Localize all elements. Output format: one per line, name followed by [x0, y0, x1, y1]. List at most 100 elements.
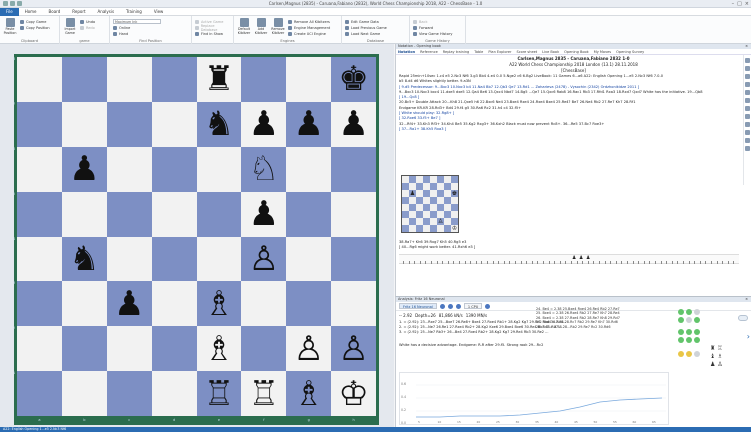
back-button[interactable]: Back	[413, 19, 452, 24]
chess-piece[interactable]: ♙	[249, 242, 279, 276]
chess-piece[interactable]: ♟	[293, 107, 323, 141]
board-square[interactable]: ♗	[286, 371, 332, 416]
board-square[interactable]	[106, 236, 152, 282]
tab-home[interactable]: Home	[19, 8, 43, 16]
subtab[interactable]: Replay training	[443, 50, 470, 54]
bold-icon[interactable]	[745, 58, 750, 63]
notation-line[interactable]: [ 37...Ra1+ 38.Kh5 Rxa3 ]	[399, 127, 739, 132]
notation-line[interactable]: [ 40...Rg6 might work better. 41.Rxh6 e3…	[399, 245, 745, 250]
evaluation-graph[interactable]: 0.6 0.4 0.2 0.0 5 10 15 20 25 30 35 40 45 50 55 60 65	[399, 372, 669, 425]
tab-view[interactable]: View	[148, 8, 170, 16]
evaluation-timeline[interactable]: ♟ ♟ ♟	[399, 254, 739, 264]
tab-report[interactable]: Report	[66, 8, 91, 16]
board-square[interactable]	[17, 326, 62, 372]
board-square[interactable]	[106, 371, 152, 416]
quick-access-toolbar[interactable]	[3, 1, 22, 6]
board-square[interactable]	[151, 236, 197, 282]
load-previous-game-button[interactable]: Load Previous Game	[345, 25, 387, 30]
find-position-input[interactable]: Maximum Ink	[113, 19, 161, 24]
subtab[interactable]: Score sheet	[516, 50, 537, 54]
board-square[interactable]	[106, 191, 152, 237]
board-square[interactable]	[61, 101, 107, 147]
chess-piece[interactable]: ♙	[338, 332, 368, 366]
board-square[interactable]	[331, 236, 376, 282]
board-square[interactable]: ♟	[331, 101, 376, 147]
subtab[interactable]: My Moves	[594, 50, 611, 54]
minimize-icon[interactable]: –	[732, 1, 735, 7]
edit-game-data-button[interactable]: Edit Game Data	[345, 19, 387, 24]
board-square[interactable]: ♟	[106, 281, 152, 327]
board-square[interactable]	[286, 281, 332, 327]
board-square[interactable]	[17, 101, 62, 147]
replace-database-button[interactable]: Replace Database	[195, 24, 230, 32]
board-square[interactable]: ♟	[241, 191, 287, 237]
board-square[interactable]	[17, 146, 62, 192]
chess-piece[interactable]: ♞	[69, 242, 99, 276]
board-square[interactable]	[286, 57, 332, 102]
board-square[interactable]	[151, 326, 197, 372]
copy-position-button[interactable]: Copy Position	[20, 25, 50, 30]
game-notation[interactable]: Rapid 25min+10sec 1.c4 e5 2.Nc3 Nf6 3.g3…	[396, 73, 742, 133]
arrow-icon[interactable]	[745, 82, 750, 87]
close-icon[interactable]: ×	[745, 297, 748, 302]
board-square[interactable]	[17, 191, 62, 237]
board-square[interactable]	[17, 57, 62, 102]
remove-all-kibitzers-button[interactable]: Remove All Kibitzers	[288, 19, 330, 24]
chess-piece[interactable]: ♟	[338, 107, 368, 141]
game-notation-continued[interactable]: 38.Ra7+ Kh6 39.Rxg7 Kh5 40.Rg5 e3[ 40...…	[399, 240, 745, 251]
subtab[interactable]: Opening Book	[564, 50, 589, 54]
undo-button[interactable]: Undo	[80, 19, 95, 24]
chess-piece[interactable]: ♚	[338, 62, 368, 96]
board-square[interactable]: ♔	[331, 371, 376, 416]
board-square[interactable]	[106, 146, 152, 192]
board-square[interactable]	[196, 236, 242, 282]
board-square[interactable]	[17, 371, 62, 416]
cloud-icon[interactable]	[738, 315, 748, 321]
board-square[interactable]	[151, 101, 197, 147]
board-square[interactable]: ♖	[196, 371, 242, 416]
subtab[interactable]: Plan Explorer	[488, 50, 511, 54]
notation-line[interactable]: 9...Bxc3 10.Nxc3 bxc4 11.dxe5 dxe5 12.Qa…	[399, 90, 739, 95]
minus-icon[interactable]	[745, 146, 750, 151]
board-square[interactable]	[17, 236, 62, 282]
tab-board[interactable]: Board	[43, 8, 67, 16]
forward-button[interactable]: Forward	[413, 25, 452, 30]
copy-game-button[interactable]: Copy Game	[20, 19, 50, 24]
italic-icon[interactable]	[745, 66, 750, 71]
chess-piece[interactable]: ♟	[249, 107, 279, 141]
board-square[interactable]	[286, 191, 332, 237]
board-square[interactable]: ♜	[196, 57, 242, 102]
chess-piece[interactable]: ♟	[249, 197, 279, 231]
gear-icon[interactable]	[485, 303, 491, 309]
cut-icon[interactable]	[745, 114, 750, 119]
chess-piece[interactable]: ♖	[249, 377, 279, 411]
close-icon[interactable]: ×	[745, 1, 749, 7]
board-square[interactable]: ♘	[241, 146, 287, 192]
board-square[interactable]: ♖	[241, 371, 287, 416]
board-square[interactable]	[61, 57, 107, 102]
chess-piece[interactable]: ♔	[338, 377, 368, 411]
chess-piece[interactable]: ♟	[114, 287, 144, 321]
board-square[interactable]: ♟	[61, 146, 107, 192]
board-square[interactable]	[331, 281, 376, 327]
engine-line[interactable]: 3. = (2.92): 25...Ne7 Rb3+ 26...Be4 27.R…	[399, 330, 663, 335]
board-square[interactable]: ♗	[196, 281, 242, 327]
board-square[interactable]	[151, 146, 197, 192]
delete-icon[interactable]	[745, 106, 750, 111]
comment-icon[interactable]	[745, 74, 750, 79]
maximize-icon[interactable]: □	[737, 1, 742, 7]
board-square[interactable]	[151, 57, 197, 102]
online-button[interactable]: Online	[113, 25, 161, 30]
plus-icon[interactable]	[447, 303, 453, 309]
board-square[interactable]	[196, 191, 242, 237]
plus-icon[interactable]	[745, 138, 750, 143]
hand-button[interactable]: Hand	[113, 31, 161, 36]
subtab[interactable]: Table	[474, 50, 483, 54]
close-icon[interactable]: ×	[745, 44, 748, 49]
board-square[interactable]	[61, 281, 107, 327]
chess-piece[interactable]: ♗	[293, 377, 323, 411]
chess-piece[interactable]: ♘	[249, 152, 279, 186]
load-next-game-button[interactable]: Load Next Game	[345, 31, 387, 36]
board-square[interactable]	[17, 281, 62, 327]
cpu-selector[interactable]: 1 CPU	[463, 303, 483, 309]
